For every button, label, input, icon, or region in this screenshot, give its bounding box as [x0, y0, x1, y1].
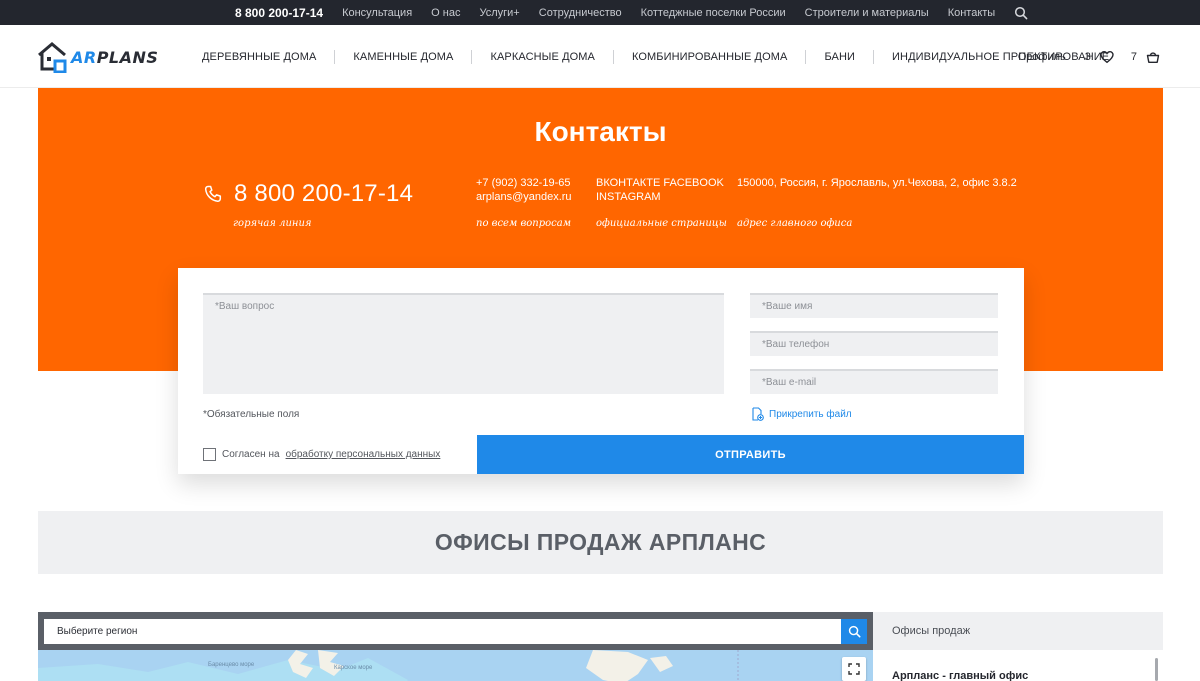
submit-button[interactable]: ОТПРАВИТЬ	[477, 435, 1024, 474]
privacy-policy-link[interactable]: обработку персональных данных	[286, 449, 441, 460]
consent-control: Согласен на обработку персональных данны…	[203, 435, 440, 474]
favorites-count: 3	[1084, 50, 1091, 63]
top-link-services[interactable]: Услуги+	[479, 7, 519, 19]
map-canvas[interactable]	[38, 650, 873, 681]
offices-list-panel: Офисы продаж Арпланс - главный офис	[873, 612, 1163, 681]
social-links-line2[interactable]: INSTAGRAM	[596, 190, 724, 204]
attach-file-link[interactable]: Прикрепить файл	[751, 407, 852, 421]
nav-divider	[873, 49, 875, 64]
social-links: ВКОНТАКТЕ FACEBOOK INSTAGRAM официальные…	[596, 176, 727, 229]
question-textarea[interactable]: *Ваш вопрос	[203, 293, 724, 394]
search-icon	[848, 625, 860, 638]
top-link-cottage-villages[interactable]: Коттеджные поселки России	[641, 7, 786, 19]
nav-stone-houses[interactable]: КАМЕННЫЕ ДОМА	[353, 51, 453, 63]
required-fields-note: *Обязательные поля	[203, 409, 300, 420]
nav-divider	[471, 49, 473, 64]
nav-combined-houses[interactable]: КОМБИНИРОВАННЫЕ ДОМА	[632, 51, 787, 63]
nav-frame-houses[interactable]: КАРКАСНЫЕ ДОМА	[490, 51, 595, 63]
page-title: Контакты	[534, 116, 667, 147]
hotline-block: 8 800 200-17-14 горячая линия	[203, 180, 413, 229]
top-bar: 8 800 200-17-14 Консультация О нас Услуг…	[0, 0, 1200, 25]
logo-house-icon	[38, 42, 67, 73]
map-label-kara-sea: Карское море	[334, 665, 373, 671]
offices-title: ОФИСЫ ПРОДАЖ АРПЛАНС	[434, 529, 767, 555]
attach-file-icon	[752, 407, 764, 421]
logo-text-ar: AR	[71, 47, 97, 67]
top-link-about[interactable]: О нас	[431, 7, 460, 19]
offices-section-header: ОФИСЫ ПРОДАЖ АРПЛАНС	[38, 511, 1163, 574]
name-field[interactable]: *Ваше имя	[750, 293, 998, 318]
address-text: 150000, Россия, г. Ярославль, ул.Чехова,…	[737, 177, 1017, 189]
general-phone[interactable]: +7 (902) 332-19-65	[476, 176, 572, 190]
header-user-area: Профиль 3 7	[1018, 25, 1160, 88]
address-label: адрес главного офиса	[737, 218, 853, 229]
nav-divider	[805, 49, 807, 64]
nav-saunas[interactable]: БАНИ	[824, 51, 855, 63]
nav-divider	[334, 49, 336, 64]
nav-divider	[613, 49, 614, 64]
consent-checkbox[interactable]	[203, 448, 216, 461]
attach-file-label: Прикрепить файл	[769, 408, 852, 420]
top-link-contacts[interactable]: Контакты	[948, 7, 996, 19]
profile-link[interactable]: Профиль	[1018, 51, 1066, 63]
top-bar-content: 8 800 200-17-14 Консультация О нас Услуг…	[235, 0, 1028, 25]
logo[interactable]: ARPLANS	[37, 39, 158, 75]
question-form: *Ваш вопрос *Ваше имя *Ваш телефон *Ваш …	[178, 268, 1024, 474]
top-phone[interactable]: 8 800 200-17-14	[235, 6, 323, 20]
general-email[interactable]: arplans@yandex.ru	[476, 190, 572, 204]
region-search-button[interactable]	[841, 619, 867, 644]
form-footer: Согласен на обработку персональных данны…	[178, 435, 1024, 474]
offices-list-scrollbar[interactable]	[1155, 658, 1158, 681]
top-link-consultation[interactable]: Консультация	[342, 7, 412, 19]
logo-text-plans: PLANS	[96, 47, 159, 67]
hotline-label: горячая линия	[233, 218, 312, 229]
cart-icon[interactable]	[1146, 50, 1160, 64]
consent-text: Согласен на	[222, 449, 280, 460]
offices-map: Выберите регион Баренцево море Карское м…	[38, 612, 873, 681]
logo-text: ARPLANS	[71, 48, 158, 67]
main-nav: ДЕРЕВЯННЫЕ ДОМА КАМЕННЫЕ ДОМА КАРКАСНЫЕ …	[202, 25, 1109, 88]
general-contacts: +7 (902) 332-19-65 arplans@yandex.ru по …	[476, 176, 572, 229]
phone-field[interactable]: *Ваш телефон	[750, 331, 998, 356]
main-header: ARPLANS ДЕРЕВЯННЫЕ ДОМА КАМЕННЫЕ ДОМА КА…	[0, 25, 1200, 88]
nav-wooden-houses[interactable]: ДЕРЕВЯННЫЕ ДОМА	[202, 51, 316, 63]
top-link-builders[interactable]: Строители и материалы	[805, 7, 929, 19]
email-field[interactable]: *Ваш e-mail	[750, 369, 998, 394]
fullscreen-icon	[848, 663, 860, 675]
office-list-item[interactable]: Арпланс - главный офис	[892, 670, 1028, 681]
office-address: 150000, Россия, г. Ярославль, ул.Чехова,…	[737, 176, 1017, 229]
heart-icon[interactable]	[1100, 50, 1114, 64]
social-links-line1[interactable]: ВКОНТАКТЕ FACEBOOK	[596, 176, 724, 190]
offices-panel-title: Офисы продаж	[873, 612, 1163, 650]
cart-count: 7	[1130, 50, 1137, 63]
top-link-cooperation[interactable]: Сотрудничество	[539, 7, 622, 19]
map-label-barents-sea: Баренцево море	[208, 662, 255, 668]
phone-icon	[204, 185, 222, 202]
search-icon[interactable]	[1014, 6, 1028, 20]
general-label: по всем вопросам	[476, 218, 572, 229]
map-fullscreen-button[interactable]	[842, 657, 866, 681]
region-select-input[interactable]: Выберите регион	[44, 619, 841, 644]
social-label: официальные страницы	[596, 218, 727, 229]
hotline-phone[interactable]: 8 800 200-17-14	[234, 180, 413, 208]
